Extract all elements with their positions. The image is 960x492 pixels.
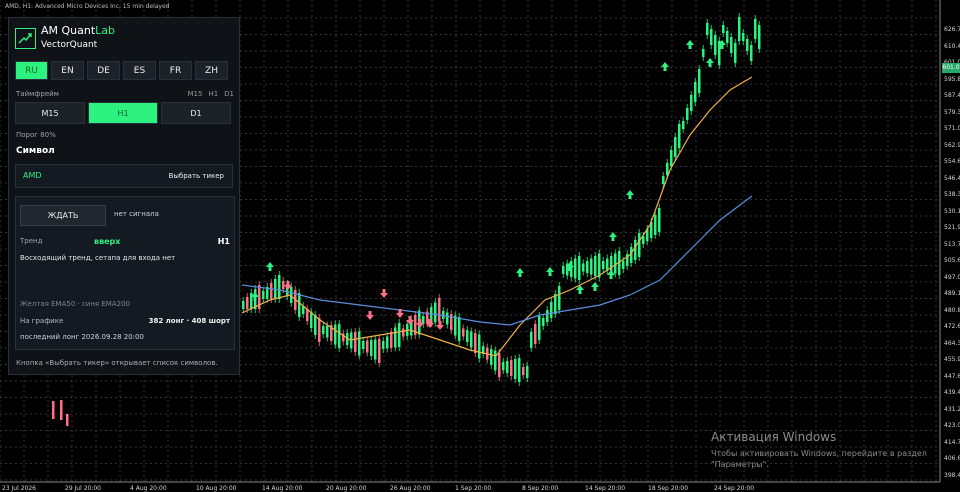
y-axis-label: 455.9 [944, 356, 960, 363]
long-signal-arrow [706, 58, 714, 67]
windows-activation-line2: "Параметры". [711, 460, 769, 469]
y-axis-label: 562.9 [944, 141, 960, 149]
last-long: последний лонг 2026.09.28 20:00 [20, 333, 144, 341]
timeframe-d1-button[interactable]: D1 [161, 102, 231, 124]
y-axis-label: 538.3 [944, 191, 960, 198]
y-axis-label: 571.0 [944, 125, 960, 132]
y-axis-label: 505.6 [944, 257, 960, 264]
ema200-line [241, 195, 753, 326]
long-signal-arrow [546, 267, 554, 276]
lang-zh-button[interactable]: ZH [195, 61, 228, 80]
y-axis-label: 521.9 [944, 224, 960, 231]
candle [60, 400, 63, 420]
long-signal-arrow [516, 268, 524, 277]
current-price-tag: 601.0 [942, 63, 960, 73]
y-axis-label: 579.3 [944, 108, 960, 116]
long-signal-arrow [661, 62, 669, 71]
long-signal-arrow [686, 40, 694, 49]
windows-activation-title: Активация Windows [711, 430, 837, 444]
brand-title: AM QuantLab [41, 24, 116, 37]
long-signal-arrow [266, 262, 274, 271]
timeframe-h1-button[interactable]: H1 [88, 102, 158, 124]
y-axis-label: 414.7 [944, 438, 960, 446]
y-axis-label: 472.6 [944, 323, 960, 330]
language-selector: RU EN DE ES FR ZH [15, 61, 228, 80]
long-signal-arrow [607, 270, 615, 279]
short-signal-arrow [366, 311, 374, 320]
pick-ticker-button[interactable]: Выбрать тикер [169, 172, 224, 180]
no-signal-text: нет сигнала [114, 210, 159, 218]
trend-label: Тренд [20, 237, 43, 245]
trend-description: Восходящий тренд, сетапа для входа нет [20, 254, 176, 262]
candle [66, 414, 69, 426]
y-axis-label: 489.1 [944, 290, 960, 297]
y-axis-label: 464.3 [944, 339, 960, 347]
long-signal-arrow [609, 232, 617, 241]
long-signal-arrow [591, 282, 599, 291]
chart-logo-icon [15, 27, 36, 49]
y-axis-label: 497.0 [944, 273, 960, 281]
trend-value: вверх [94, 237, 121, 246]
short-signal-arrow [380, 289, 388, 298]
trend-timeframe: H1 [217, 237, 230, 246]
y-axis-label: 626.7 [944, 26, 960, 33]
y-axis-label: 546.4 [944, 174, 960, 182]
lang-de-button[interactable]: DE [87, 61, 120, 80]
timeframe-hints: M15 H1 D1 [187, 90, 234, 98]
y-axis-label: 398.4 [944, 471, 960, 479]
y-axis-label: 513.7 [944, 240, 960, 248]
chart-header: AMD, H1: Advanced Micro Devices Inc, 15 … [5, 3, 170, 10]
vectorquant-panel: AM QuantLab VectorQuant RU EN DE ES FR Z… [8, 17, 240, 375]
y-axis-label: 610.4 [944, 42, 960, 50]
chart-label: На графике [20, 317, 64, 325]
x-axis-label: 20 Aug 20:00 [326, 485, 367, 492]
y-axis-label: 406.6 [944, 455, 960, 462]
chart-counts: 382 лонг · 408 шорт [148, 317, 230, 325]
x-axis-label: 8 Sep 20:00 [522, 485, 559, 492]
y-axis-label: 447.6 [944, 372, 960, 380]
symbol-box: AMD Выбрать тикер [15, 164, 233, 188]
timeframe-label: Таймфрейм [16, 90, 59, 98]
timeframe-selector: M15 H1 D1 [15, 102, 231, 124]
lang-es-button[interactable]: ES [123, 61, 156, 80]
lang-ru-button[interactable]: RU [15, 61, 48, 80]
ema-note: Желтая EMA50 · синя EMA200 [20, 300, 130, 308]
y-axis-label: 554.6 [944, 158, 960, 165]
brand-subtitle: VectorQuant [41, 40, 98, 50]
timeframe-m15-button[interactable]: M15 [15, 102, 85, 124]
x-axis-label: 23 Jul 2026 [2, 485, 36, 492]
x-axis-label: 26 Aug 20:00 [390, 485, 431, 492]
x-axis-label: 10 Aug 20:00 [196, 485, 237, 492]
y-axis-label: 530.1 [944, 207, 960, 215]
brand: AM QuantLab VectorQuant [15, 23, 115, 53]
x-axis-label: 18 Sep 20:00 [648, 485, 689, 492]
x-axis-label: 14 Aug 20:00 [262, 485, 303, 492]
threshold-text: Порог 80% [16, 131, 56, 139]
lang-fr-button[interactable]: FR [159, 61, 192, 80]
x-axis-label: 4 Aug 20:00 [130, 485, 167, 492]
hint-text: Кнопка «Выбрать тикер» открывает список … [16, 359, 218, 367]
y-axis-label: 587.4 [944, 92, 960, 99]
y-axis-label: 480.8 [944, 306, 960, 314]
wait-button[interactable]: ЖДАТЬ [20, 205, 106, 226]
signal-box: ЖДАТЬ нет сигнала Тренд вверх H1 Восходя… [15, 196, 235, 350]
short-signal-arrow [436, 321, 444, 330]
y-axis-label: 423.0 [944, 422, 960, 429]
long-signal-arrow [626, 190, 634, 199]
x-axis-label: 29 Jul 20:00 [65, 485, 101, 492]
ticker-value: AMD [23, 171, 42, 180]
y-axis-label: 439.4 [944, 389, 960, 396]
candle [52, 401, 55, 419]
y-axis-label: 431.2 [944, 405, 960, 413]
symbol-title: Символ [16, 146, 55, 156]
x-axis-label: 14 Sep 20:00 [585, 485, 626, 492]
lang-en-button[interactable]: EN [51, 61, 84, 80]
windows-activation-line1: Чтобы активировать Windows, перейдите в … [711, 449, 927, 458]
x-axis-label: 24 Sep 20:00 [714, 485, 755, 492]
x-axis-label: 1 Sep 20:00 [455, 485, 492, 492]
y-axis-label: 595.8 [944, 75, 960, 83]
